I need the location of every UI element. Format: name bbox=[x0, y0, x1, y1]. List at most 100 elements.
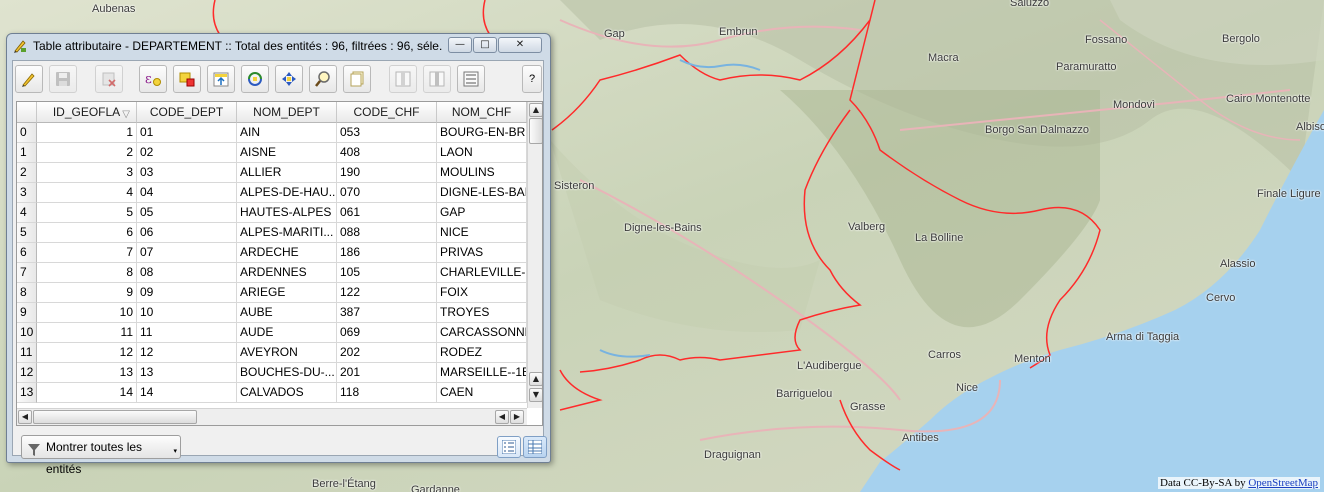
corner-header[interactable] bbox=[17, 102, 37, 123]
cell-nom-dept[interactable]: ALLIER bbox=[237, 163, 337, 183]
cell-id-geofla[interactable]: 2 bbox=[37, 143, 137, 163]
cell-code-chf[interactable]: 408 bbox=[337, 143, 437, 163]
cell-code-dept[interactable]: 04 bbox=[137, 183, 237, 203]
column-header-code-dept[interactable]: CODE_DEPT bbox=[137, 102, 237, 123]
row-index[interactable]: 11 bbox=[17, 343, 37, 363]
select-by-expression-button[interactable]: ε bbox=[139, 65, 167, 93]
column-header-code-chf[interactable]: CODE_CHF bbox=[337, 102, 437, 123]
cell-code-chf[interactable]: 053 bbox=[337, 123, 437, 143]
scroll-right-button[interactable]: ▶ bbox=[510, 410, 524, 424]
cell-code-chf[interactable]: 387 bbox=[337, 303, 437, 323]
form-view-button[interactable] bbox=[497, 436, 521, 458]
cell-id-geofla[interactable]: 4 bbox=[37, 183, 137, 203]
cell-nom-chf[interactable]: BOURG-EN-BR... bbox=[437, 123, 527, 143]
table-row[interactable]: 0 1 01 AIN 053 BOURG-EN-BR... bbox=[17, 123, 527, 143]
cell-id-geofla[interactable]: 7 bbox=[37, 243, 137, 263]
cell-code-dept[interactable]: 07 bbox=[137, 243, 237, 263]
cell-code-chf[interactable]: 070 bbox=[337, 183, 437, 203]
deselect-all-button[interactable] bbox=[173, 65, 201, 93]
attribution-link[interactable]: OpenStreetMap bbox=[1248, 477, 1318, 489]
cell-nom-chf[interactable]: MOULINS bbox=[437, 163, 527, 183]
invert-selection-button[interactable] bbox=[241, 65, 269, 93]
table-row[interactable]: 8 9 09 ARIEGE 122 FOIX bbox=[17, 283, 527, 303]
cell-code-dept[interactable]: 08 bbox=[137, 263, 237, 283]
row-index[interactable]: 13 bbox=[17, 383, 37, 403]
row-index[interactable]: 10 bbox=[17, 323, 37, 343]
cell-code-chf[interactable]: 190 bbox=[337, 163, 437, 183]
cell-nom-dept[interactable]: BOUCHES-DU-... bbox=[237, 363, 337, 383]
zoom-to-selection-button[interactable] bbox=[309, 65, 337, 93]
cell-id-geofla[interactable]: 6 bbox=[37, 223, 137, 243]
column-header-nom-chf[interactable]: NOM_CHF bbox=[437, 102, 527, 123]
cell-id-geofla[interactable]: 5 bbox=[37, 203, 137, 223]
table-row[interactable]: 10 11 11 AUDE 069 CARCASSONNE bbox=[17, 323, 527, 343]
cell-code-chf[interactable]: 122 bbox=[337, 283, 437, 303]
cell-code-dept[interactable]: 09 bbox=[137, 283, 237, 303]
cell-code-dept[interactable]: 14 bbox=[137, 383, 237, 403]
cell-nom-dept[interactable]: AVEYRON bbox=[237, 343, 337, 363]
delete-selected-button[interactable] bbox=[95, 65, 123, 93]
cell-code-chf[interactable]: 202 bbox=[337, 343, 437, 363]
scroll-up-button-lower[interactable]: ▲ bbox=[529, 372, 542, 386]
cell-id-geofla[interactable]: 8 bbox=[37, 263, 137, 283]
window-titlebar[interactable]: Table attributaire - DEPARTEMENT :: Tota… bbox=[7, 34, 550, 58]
cell-code-chf[interactable]: 201 bbox=[337, 363, 437, 383]
cell-code-dept[interactable]: 06 bbox=[137, 223, 237, 243]
cell-code-chf[interactable]: 088 bbox=[337, 223, 437, 243]
cell-code-dept[interactable]: 05 bbox=[137, 203, 237, 223]
table-row[interactable]: 6 7 07 ARDECHE 186 PRIVAS bbox=[17, 243, 527, 263]
horizontal-scrollbar[interactable]: ◀ ◀ ▶ bbox=[17, 408, 527, 425]
cell-code-dept[interactable]: 11 bbox=[137, 323, 237, 343]
table-row[interactable]: 2 3 03 ALLIER 190 MOULINS bbox=[17, 163, 527, 183]
cell-nom-dept[interactable]: ARDECHE bbox=[237, 243, 337, 263]
cell-code-dept[interactable]: 10 bbox=[137, 303, 237, 323]
vertical-scrollbar[interactable]: ▲ ▲ ▼ bbox=[527, 102, 542, 408]
pan-to-selection-button[interactable] bbox=[275, 65, 303, 93]
cell-code-chf[interactable]: 105 bbox=[337, 263, 437, 283]
cell-nom-dept[interactable]: AIN bbox=[237, 123, 337, 143]
cell-nom-chf[interactable]: MARSEILLE--1E... bbox=[437, 363, 527, 383]
cell-code-dept[interactable]: 13 bbox=[137, 363, 237, 383]
field-calculator-button[interactable] bbox=[457, 65, 485, 93]
table-row[interactable]: 7 8 08 ARDENNES 105 CHARLEVILLE-... bbox=[17, 263, 527, 283]
cell-nom-chf[interactable]: RODEZ bbox=[437, 343, 527, 363]
row-index[interactable]: 5 bbox=[17, 223, 37, 243]
table-row[interactable]: 1 2 02 AISNE 408 LAON bbox=[17, 143, 527, 163]
cell-id-geofla[interactable]: 13 bbox=[37, 363, 137, 383]
cell-nom-chf[interactable]: TROYES bbox=[437, 303, 527, 323]
cell-code-chf[interactable]: 118 bbox=[337, 383, 437, 403]
cell-id-geofla[interactable]: 11 bbox=[37, 323, 137, 343]
help-button[interactable]: ? bbox=[522, 65, 542, 93]
row-index[interactable]: 1 bbox=[17, 143, 37, 163]
minimize-button[interactable]: — bbox=[448, 37, 472, 53]
cell-id-geofla[interactable]: 10 bbox=[37, 303, 137, 323]
table-row[interactable]: 4 5 05 HAUTES-ALPES 061 GAP bbox=[17, 203, 527, 223]
table-row[interactable]: 9 10 10 AUBE 387 TROYES bbox=[17, 303, 527, 323]
row-index[interactable]: 12 bbox=[17, 363, 37, 383]
show-all-features-dropdown[interactable]: Montrer toutes les entités ▾ bbox=[21, 435, 181, 476]
scroll-left-button[interactable]: ◀ bbox=[18, 410, 32, 424]
cell-nom-chf[interactable]: CARCASSONNE bbox=[437, 323, 527, 343]
cell-nom-chf[interactable]: DIGNE-LES-BAI... bbox=[437, 183, 527, 203]
cell-nom-chf[interactable]: FOIX bbox=[437, 283, 527, 303]
close-button[interactable]: ✕ bbox=[498, 37, 542, 53]
cell-code-chf[interactable]: 069 bbox=[337, 323, 437, 343]
row-index[interactable]: 4 bbox=[17, 203, 37, 223]
cell-id-geofla[interactable]: 1 bbox=[37, 123, 137, 143]
cell-nom-dept[interactable]: AISNE bbox=[237, 143, 337, 163]
row-index[interactable]: 8 bbox=[17, 283, 37, 303]
cell-nom-dept[interactable]: ARDENNES bbox=[237, 263, 337, 283]
row-index[interactable]: 9 bbox=[17, 303, 37, 323]
row-index[interactable]: 6 bbox=[17, 243, 37, 263]
vertical-scroll-thumb[interactable] bbox=[529, 118, 542, 144]
cell-code-dept[interactable]: 03 bbox=[137, 163, 237, 183]
cell-nom-dept[interactable]: ARIEGE bbox=[237, 283, 337, 303]
cell-nom-dept[interactable]: CALVADOS bbox=[237, 383, 337, 403]
row-index[interactable]: 0 bbox=[17, 123, 37, 143]
maximize-button[interactable]: □ bbox=[473, 37, 497, 53]
row-index[interactable]: 2 bbox=[17, 163, 37, 183]
scroll-down-button[interactable]: ▼ bbox=[529, 388, 542, 402]
cell-nom-chf[interactable]: LAON bbox=[437, 143, 527, 163]
cell-code-dept[interactable]: 12 bbox=[137, 343, 237, 363]
row-index[interactable]: 7 bbox=[17, 263, 37, 283]
